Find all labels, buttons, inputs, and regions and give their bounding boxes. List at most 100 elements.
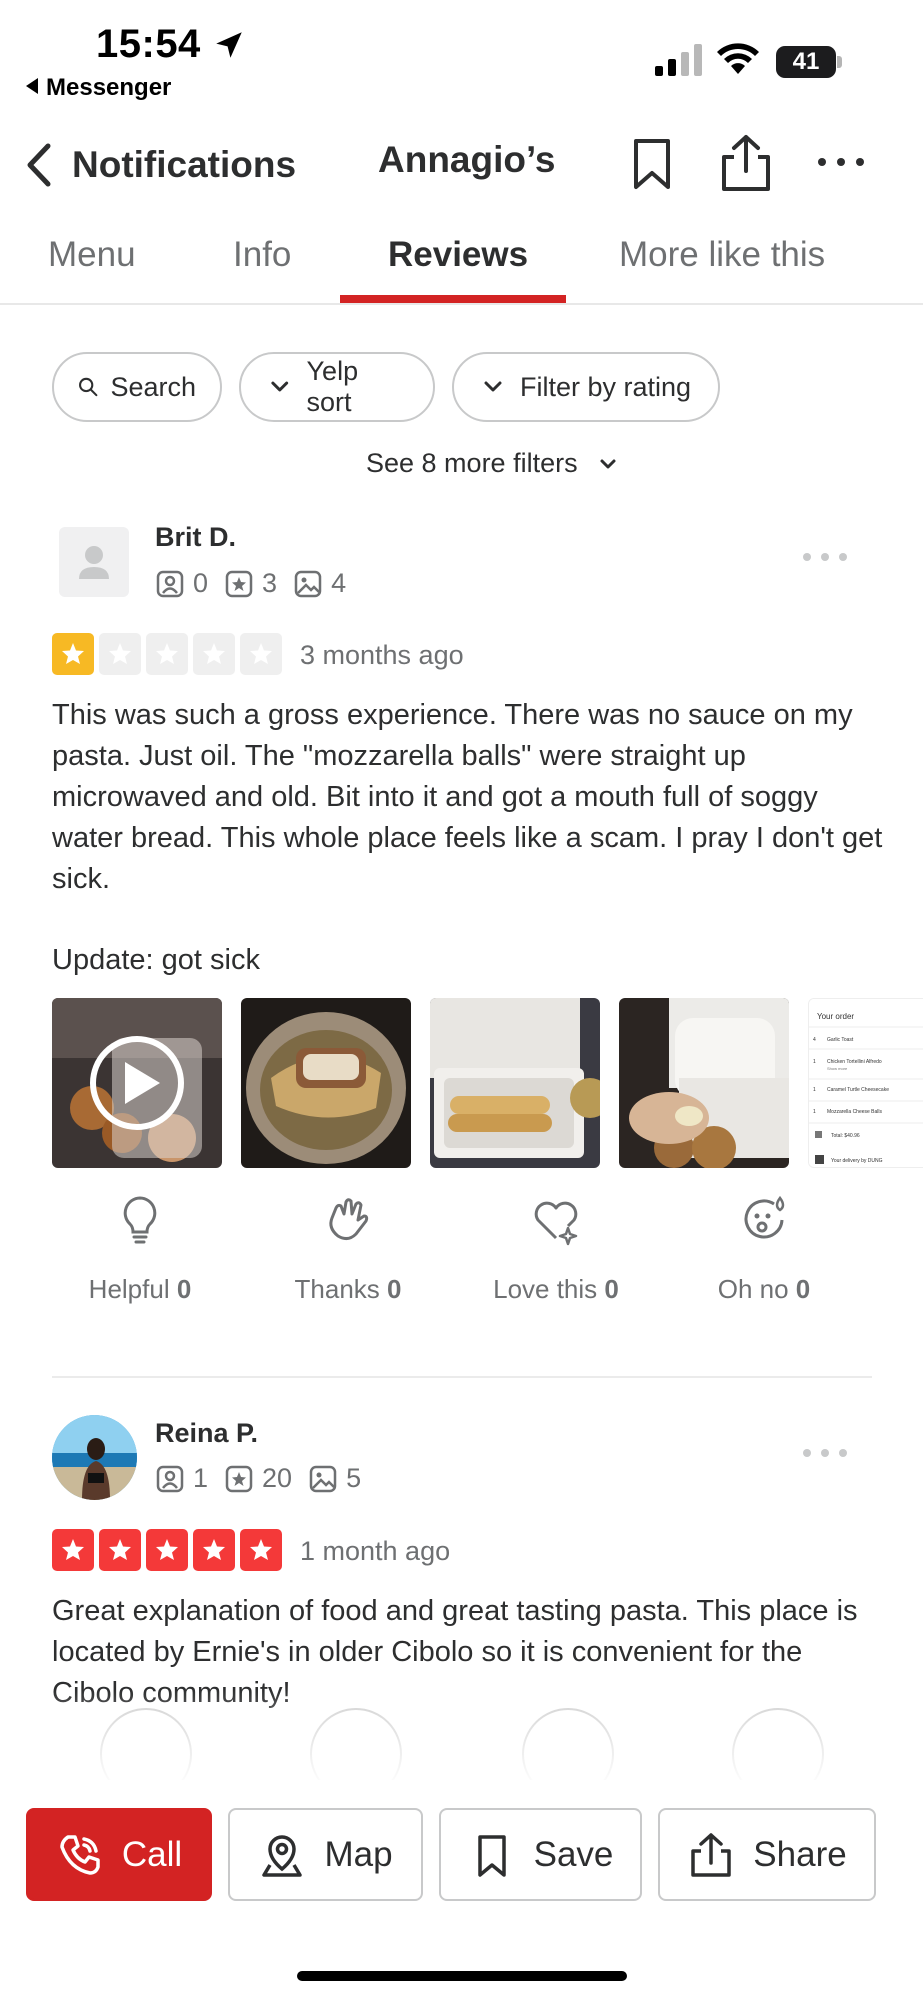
star-filled-icon — [52, 633, 94, 675]
tab-menu[interactable]: Menu — [48, 235, 136, 275]
order-total: Total: $40.96 — [831, 1133, 860, 1139]
review-options-icon[interactable] — [802, 1446, 848, 1460]
oh-no-button[interactable]: Oh no 0 — [664, 1180, 864, 1305]
order-heading: Your order — [817, 1012, 854, 1021]
reviewer-stats: 1 20 5 — [155, 1463, 377, 1494]
food-photo[interactable] — [619, 998, 789, 1168]
photo-icon — [309, 1465, 337, 1492]
back-to-app-link[interactable]: Messenger — [26, 74, 171, 102]
star-empty-icon — [193, 633, 235, 675]
search-reviews-button[interactable]: Search — [52, 352, 222, 422]
friends-count-value: 0 — [193, 568, 209, 598]
reaction-count: 0 — [604, 1274, 619, 1304]
avatar-placeholder[interactable] — [59, 527, 129, 597]
photos-count: 5 — [308, 1463, 361, 1494]
shocked-face-icon — [744, 1195, 785, 1239]
home-indicator — [297, 1971, 627, 1981]
tab-info[interactable]: Info — [233, 235, 291, 275]
star-filled-icon — [193, 1529, 235, 1571]
status-bar: 15:54 Messenger 41 — [0, 0, 923, 110]
status-time: 15:54 — [96, 22, 201, 66]
food-photo[interactable] — [241, 998, 411, 1168]
food-photo[interactable] — [430, 998, 600, 1168]
heart-sparkle-icon — [534, 1201, 578, 1246]
star-rating — [52, 1529, 287, 1571]
search-icon — [79, 377, 98, 397]
photos-count: 4 — [293, 568, 346, 599]
save-button[interactable]: Save — [439, 1808, 642, 1901]
tab-reviews[interactable]: Reviews — [388, 235, 528, 275]
back-app-label: Messenger — [46, 74, 172, 101]
map-button[interactable]: Map — [228, 1808, 423, 1901]
clapping-hands-icon — [329, 1198, 369, 1241]
share-button[interactable]: Share — [658, 1808, 876, 1901]
order-receipt-photo[interactable]: Your order 4 Garlic Toast 1 Chicken Tort… — [808, 998, 923, 1168]
battery-level: 41 — [776, 46, 836, 78]
bookmark-icon — [477, 1834, 506, 1877]
reviews-count-value: 3 — [262, 568, 278, 598]
friends-count: 0 — [155, 568, 208, 599]
friends-count: 1 — [155, 1463, 208, 1494]
location-arrow-icon — [216, 32, 242, 58]
cellular-signal-icon — [655, 44, 702, 76]
star-filled-icon — [52, 1529, 94, 1571]
battery-indicator: 41 — [776, 46, 842, 78]
review-divider — [52, 1376, 872, 1378]
chevron-down-icon — [271, 381, 289, 392]
review-photos: Your order 4 Garlic Toast 1 Chicken Tort… — [52, 998, 923, 1168]
review-update: Update: got sick — [52, 944, 260, 976]
person-icon — [79, 546, 109, 579]
rating-filter-dropdown[interactable]: Filter by rating — [452, 352, 720, 422]
review-date: 3 months ago — [300, 640, 464, 670]
helpful-label: Helpful 0 — [40, 1274, 240, 1305]
battery-cap — [837, 56, 842, 68]
reaction-name: Thanks — [294, 1274, 380, 1304]
share-label: Share — [753, 1834, 847, 1874]
reviews-count: 20 — [224, 1463, 292, 1494]
review-options-icon[interactable] — [802, 550, 848, 564]
bookmark-icon[interactable] — [630, 137, 674, 191]
phone-icon — [60, 1834, 100, 1875]
helpful-button[interactable]: Helpful 0 — [40, 1180, 240, 1305]
more-filters-button[interactable]: See 8 more filters — [366, 448, 620, 479]
sort-label: Yelp sort — [306, 356, 359, 417]
map-label: Map — [324, 1834, 393, 1874]
bread-container-photo — [430, 998, 600, 1168]
pasta-tray-photo — [241, 998, 411, 1168]
save-label: Save — [533, 1834, 614, 1874]
star-filled-icon — [99, 1529, 141, 1571]
back-button[interactable]: Notifications — [22, 135, 296, 195]
order-item-name: Garlic Toast — [827, 1037, 854, 1043]
wifi-icon — [717, 43, 759, 74]
sort-dropdown[interactable]: Yelp sort — [239, 352, 435, 422]
order-show-more: Show more — [827, 1066, 848, 1071]
lightbulb-icon — [123, 1196, 157, 1244]
photos-count-value: 5 — [346, 1463, 362, 1493]
tab-more-like-this[interactable]: More like this — [619, 235, 825, 275]
thanks-button[interactable]: Thanks 0 — [248, 1180, 448, 1305]
reaction-name: Oh no — [717, 1274, 789, 1304]
share-icon[interactable] — [718, 133, 774, 193]
call-button[interactable]: Call — [26, 1808, 212, 1901]
order-delivery: Your delivery by DUNG — [831, 1158, 883, 1164]
star-empty-icon — [146, 633, 188, 675]
more-filters-label: See 8 more filters — [366, 448, 578, 478]
review-reactions: Helpful 0 Thanks 0 Love this 0 Oh no 0 — [52, 1180, 872, 1360]
share-icon — [691, 1832, 732, 1877]
video-frame — [52, 998, 222, 1168]
chevron-down-icon — [600, 459, 616, 468]
back-label: Notifications — [72, 144, 297, 185]
map-pin-icon — [262, 1834, 303, 1877]
photo-icon — [294, 570, 322, 597]
nav-header: Notifications Annagio’s — [0, 125, 923, 205]
reviewer-name[interactable]: Brit D. — [155, 522, 236, 553]
reviewer-name[interactable]: Reina P. — [155, 1418, 258, 1449]
more-options-icon[interactable] — [816, 147, 866, 177]
video-thumbnail[interactable] — [52, 998, 222, 1168]
reviews-count: 3 — [224, 568, 277, 599]
love-this-label: Love this 0 — [456, 1274, 656, 1305]
back-triangle-icon — [26, 78, 38, 94]
love-this-button[interactable]: Love this 0 — [456, 1180, 656, 1305]
avatar[interactable] — [52, 1415, 137, 1500]
thanks-label: Thanks 0 — [248, 1274, 448, 1305]
